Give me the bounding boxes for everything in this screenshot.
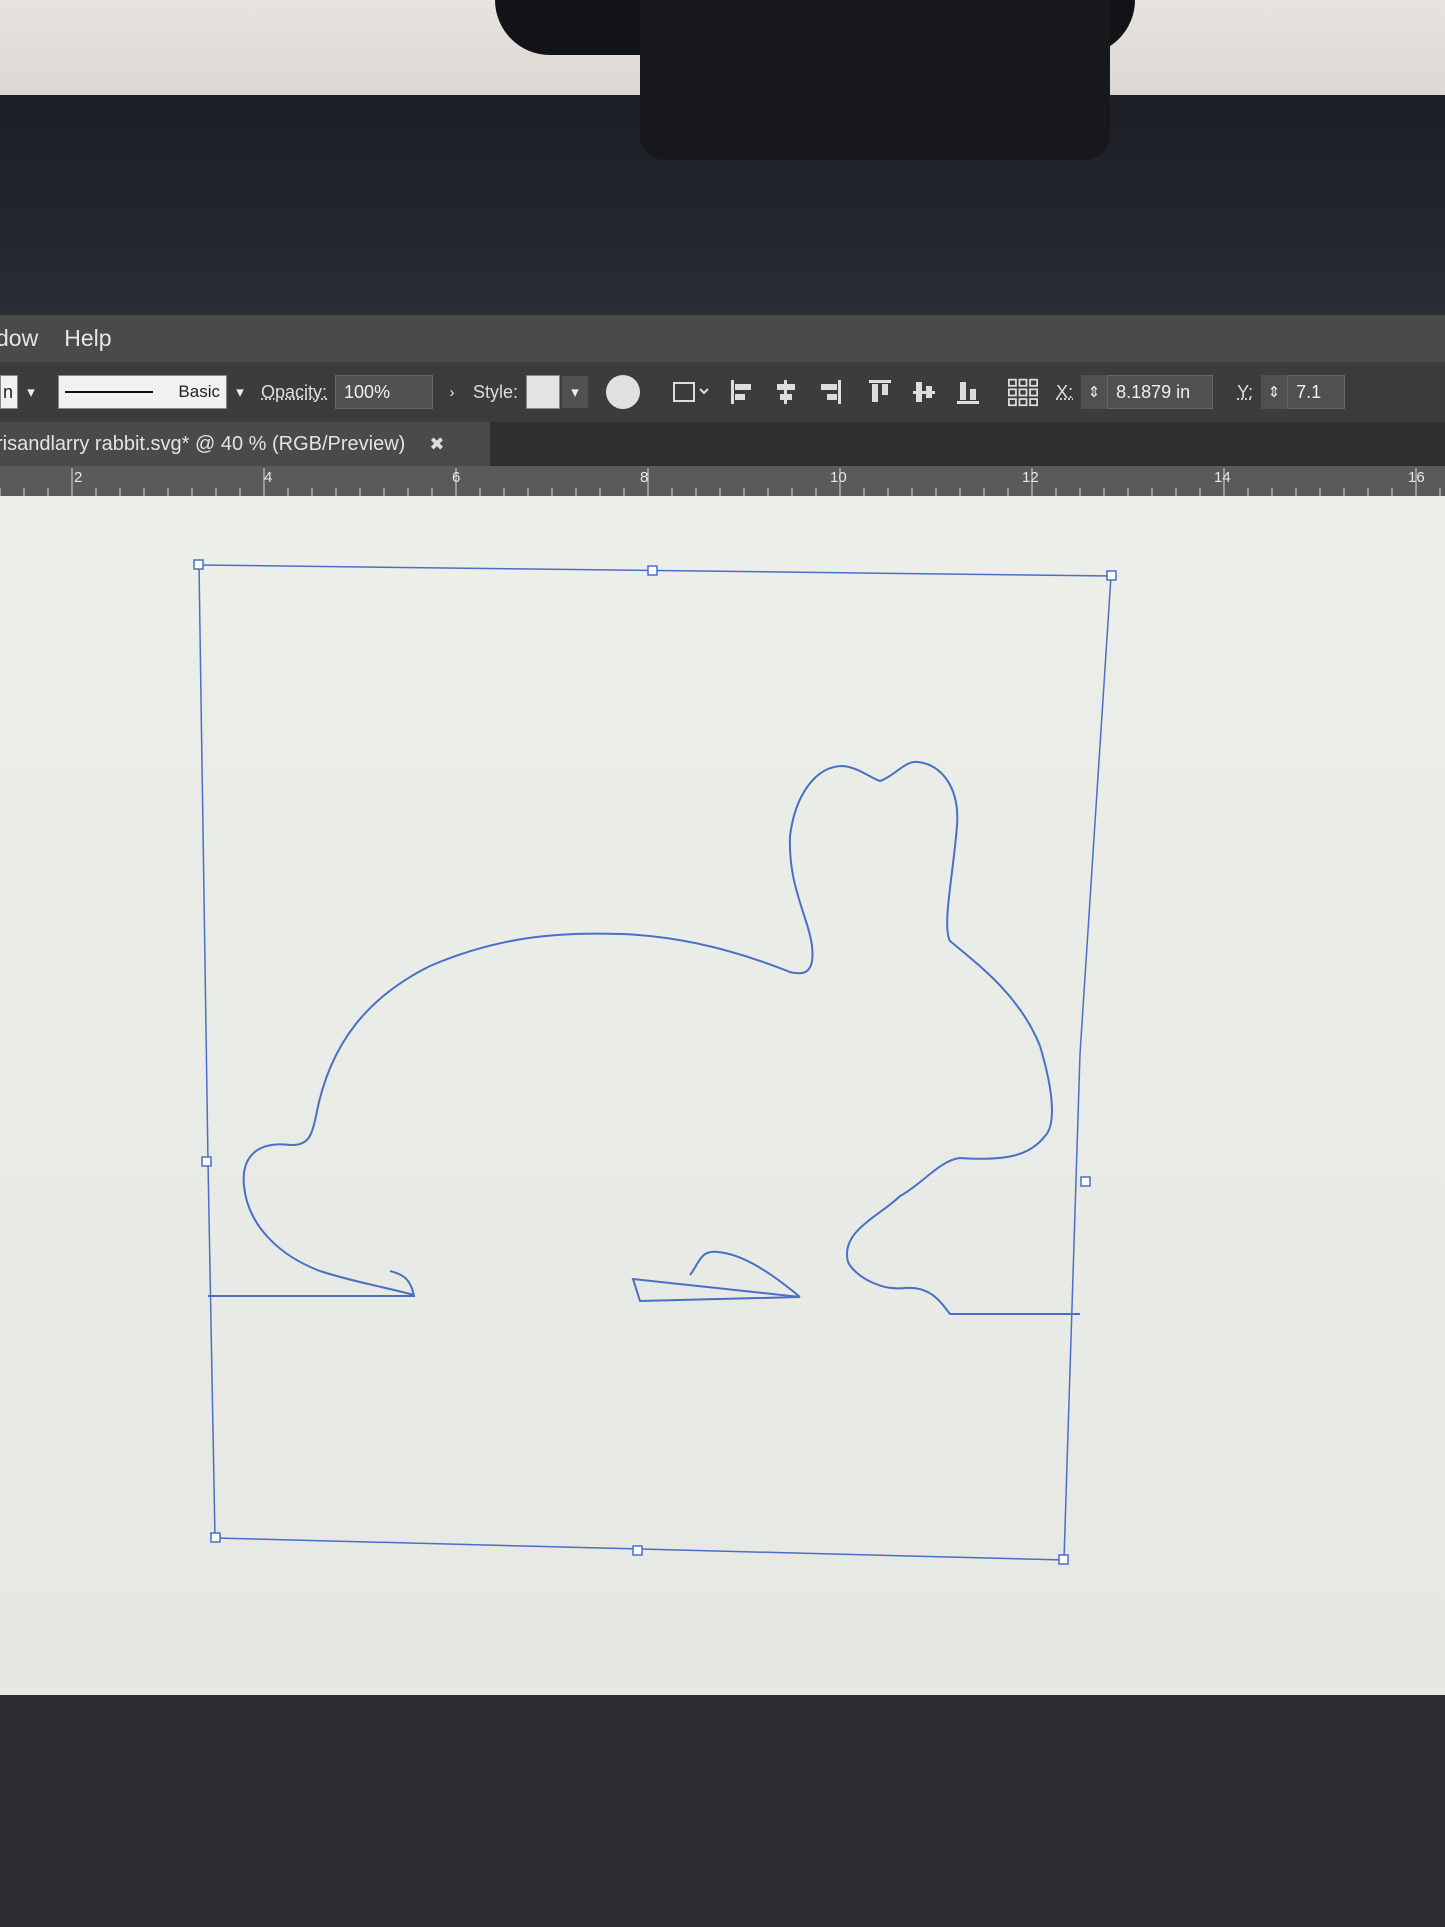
control-bar: n ▾ Basic ▾ Opacity: 100% › Style: ▾ X: … <box>0 362 1445 422</box>
opacity-arrow-icon[interactable]: › <box>439 376 465 408</box>
align-right-icon[interactable] <box>816 377 844 407</box>
align-left-icon[interactable] <box>728 377 756 407</box>
fill-dropdown-chevron-icon[interactable]: ▾ <box>18 376 44 408</box>
webcam <box>640 0 1110 160</box>
menu-bar: dow Help <box>0 315 1445 362</box>
stroke-profile-select[interactable]: Basic <box>58 375 227 409</box>
fill-field-stub-text: n <box>3 381 14 402</box>
align-center-horizontal-icon[interactable] <box>772 377 800 407</box>
handle-top-right <box>1106 570 1117 581</box>
opacity-value: 100% <box>344 381 391 402</box>
artboard-canvas[interactable] <box>0 496 1445 1695</box>
handle-middle-left <box>201 1156 212 1167</box>
style-chevron-icon[interactable]: ▾ <box>562 376 589 408</box>
close-icon[interactable]: ✖ <box>429 434 444 455</box>
y-value: 7.1 <box>1296 381 1322 402</box>
x-stepper-icon[interactable]: ⇕ <box>1081 375 1108 409</box>
ruler-label: 6 <box>452 469 461 486</box>
ruler-label: 14 <box>1214 469 1231 486</box>
rabbit-front-foot-path <box>631 1250 801 1303</box>
ruler-label: 8 <box>640 469 649 486</box>
ruler-label: 4 <box>264 469 273 486</box>
handle-top-middle <box>647 565 658 576</box>
stroke-profile-chevron-icon[interactable]: ▾ <box>227 376 253 408</box>
menu-help[interactable]: Help <box>64 325 111 352</box>
transform-icon[interactable] <box>670 377 712 407</box>
selection-bounding-box <box>198 564 1112 1561</box>
align-center-vertical-icon[interactable] <box>910 377 938 407</box>
stroke-profile-label: Basic <box>178 382 220 401</box>
screen: dow Help n ▾ Basic ▾ Opacity: 100% › Sty… <box>0 315 1445 1695</box>
opacity-label[interactable]: Opacity: <box>261 382 327 403</box>
horizontal-ruler: 2 4 6 8 10 12 14 16 <box>0 466 1445 497</box>
handle-middle-right <box>1080 1176 1091 1187</box>
monitor-bottom-bezel <box>0 1695 1445 1927</box>
handle-bottom-middle <box>632 1545 643 1556</box>
document-tab-title: risandlarry rabbit.svg* @ 40 % (RGB/Prev… <box>0 432 406 455</box>
recolor-artwork-icon[interactable] <box>606 375 641 409</box>
x-value: 8.1879 in <box>1116 381 1191 402</box>
document-tab-bar: risandlarry rabbit.svg* @ 40 % (RGB/Prev… <box>0 422 1445 466</box>
align-bottom-icon[interactable] <box>954 377 982 407</box>
y-input[interactable]: 7.1 <box>1287 375 1346 409</box>
x-label: X: <box>1056 381 1074 402</box>
x-input[interactable]: 8.1879 in <box>1107 375 1214 409</box>
y-stepper-icon[interactable]: ⇕ <box>1261 375 1288 409</box>
y-label: Y: <box>1237 381 1254 402</box>
rabbit-base-left-path <box>208 1270 416 1297</box>
ruler-label: 2 <box>74 469 83 486</box>
handle-bottom-left <box>210 1532 221 1543</box>
artwork <box>193 559 1117 1565</box>
document-tab[interactable]: risandlarry rabbit.svg* @ 40 % (RGB/Prev… <box>0 422 490 466</box>
handle-top-left <box>193 559 204 570</box>
ruler-label: 16 <box>1408 469 1425 486</box>
opacity-input[interactable]: 100% <box>335 375 434 409</box>
align-top-icon[interactable] <box>866 377 894 407</box>
fill-field-stub[interactable]: n <box>0 375 18 409</box>
style-label: Style: <box>473 381 519 402</box>
handle-bottom-right <box>1058 1554 1069 1565</box>
graphic-style-swatch[interactable] <box>526 375 561 409</box>
menu-window[interactable]: dow <box>0 325 38 352</box>
stroke-line-icon <box>65 391 153 393</box>
reference-point-icon[interactable] <box>1004 377 1042 407</box>
ruler-label: 12 <box>1022 469 1039 486</box>
ruler-label: 10 <box>830 469 847 486</box>
rabbit-outline-path <box>242 760 1080 1315</box>
